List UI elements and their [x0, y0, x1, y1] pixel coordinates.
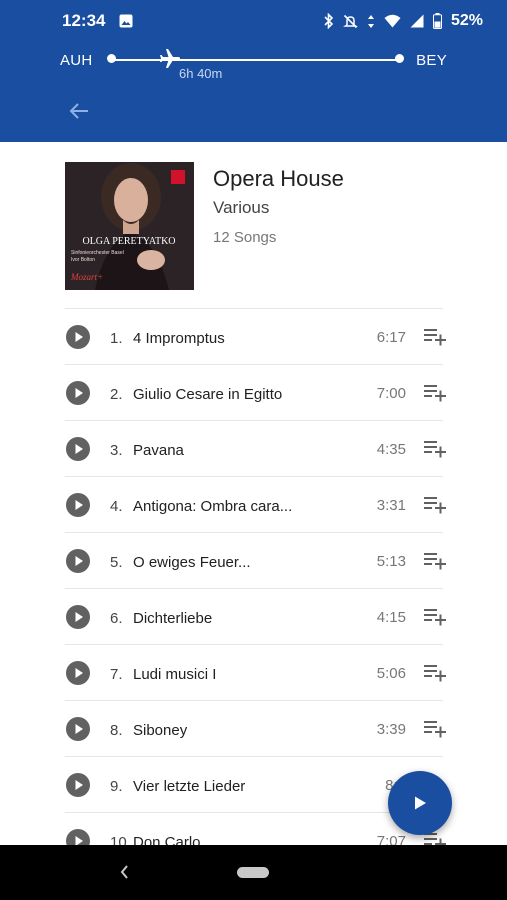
track-title: Vier letzte Lieder — [133, 778, 246, 795]
flight-header: AUH BEY 6h 40m — [0, 42, 507, 142]
track-number: 2. — [110, 386, 123, 403]
status-time: 12:34 — [62, 11, 106, 30]
add-to-queue-icon[interactable] — [423, 496, 447, 519]
play-track-icon[interactable] — [66, 381, 90, 410]
track-title: 4 Impromptus — [133, 330, 225, 347]
add-to-queue-icon[interactable] — [423, 664, 447, 687]
track-number: 9. — [110, 778, 123, 795]
origin-airport: AUH — [60, 52, 93, 69]
flight-duration: 6h 40m — [179, 66, 223, 81]
route-end-dot — [395, 54, 404, 63]
nav-back-icon[interactable] — [118, 862, 130, 887]
track-number: 3. — [110, 442, 123, 459]
track-number: 8. — [110, 722, 123, 739]
track-duration: 6:17 — [376, 329, 406, 346]
track-row[interactable]: 2. Giulio Cesare in Egitto 7:00 — [0, 365, 507, 421]
cover-subtitle-1: Sinfonieorchester Basel — [71, 250, 124, 256]
track-number: 7. — [110, 666, 123, 683]
play-icon — [415, 796, 426, 810]
track-number: 1. — [110, 330, 123, 347]
track-duration: 5:06 — [376, 665, 406, 682]
track-title: Ludi musici I — [133, 666, 217, 683]
add-to-queue-icon[interactable] — [423, 384, 447, 407]
play-track-icon[interactable] — [66, 717, 90, 746]
play-track-icon[interactable] — [66, 325, 90, 354]
back-arrow-icon — [69, 103, 88, 119]
track-row[interactable]: 8. Siboney 3:39 — [0, 701, 507, 757]
track-duration: 5:13 — [376, 553, 406, 570]
track-row[interactable]: 1. 4 Impromptus 6:17 — [0, 309, 507, 365]
add-to-queue-icon[interactable] — [423, 440, 447, 463]
wifi-icon — [384, 14, 401, 28]
play-track-icon[interactable] — [66, 437, 90, 466]
track-duration: 4:35 — [376, 441, 406, 458]
track-title: Siboney — [133, 722, 188, 739]
status-bar-right: 52% — [324, 12, 483, 30]
status-bar-left: 12:34 — [62, 11, 133, 31]
track-row[interactable]: 3. Pavana 4:35 — [0, 421, 507, 477]
play-all-button[interactable] — [388, 771, 452, 835]
add-to-queue-icon[interactable] — [423, 608, 447, 631]
track-title: O ewiges Feuer... — [133, 554, 251, 571]
track-number: 6. — [110, 610, 123, 627]
track-title: Pavana — [133, 442, 184, 459]
track-duration: 4:15 — [376, 609, 406, 626]
do-not-disturb-icon — [342, 14, 358, 29]
track-duration: 3:31 — [376, 497, 406, 514]
track-row[interactable]: 7. Ludi musici I 5:06 — [0, 645, 507, 701]
song-count: 12 Songs — [213, 229, 277, 246]
add-to-queue-icon[interactable] — [423, 552, 447, 575]
bluetooth-icon — [324, 13, 334, 29]
album-title: Opera House — [213, 166, 344, 191]
route-start-dot — [107, 54, 116, 63]
play-track-icon[interactable] — [66, 549, 90, 578]
image-icon — [119, 14, 133, 28]
nav-home-pill[interactable] — [237, 867, 269, 878]
route-line — [112, 59, 400, 61]
status-bar: 12:34 52% — [0, 0, 507, 42]
track-title: Giulio Cesare in Egitto — [133, 386, 283, 403]
cover-subtitle-2: Ivor Bolton — [71, 257, 95, 263]
add-to-queue-icon[interactable] — [423, 720, 447, 743]
track-duration: 7:00 — [376, 385, 406, 402]
track-number: 4. — [110, 498, 123, 515]
cover-series: Mozart+ — [70, 272, 103, 282]
play-track-icon[interactable] — [66, 661, 90, 690]
back-button[interactable] — [64, 98, 94, 124]
add-to-queue-icon[interactable] — [423, 328, 447, 351]
track-row[interactable]: 5. O ewiges Feuer... 5:13 — [0, 533, 507, 589]
track-number: 5. — [110, 554, 123, 571]
play-track-icon[interactable] — [66, 773, 90, 802]
track-row[interactable]: 4. Antigona: Ombra cara... 3:31 — [0, 477, 507, 533]
destination-airport: BEY — [416, 52, 447, 69]
track-row[interactable]: 6. Dichterliebe 4:15 — [0, 589, 507, 645]
album-cover: OLGA PERETYATKO Sinfonieorchester Basel … — [65, 162, 194, 290]
battery-icon — [432, 13, 442, 29]
data-arrows-icon — [367, 14, 375, 29]
track-title: Antigona: Ombra cara... — [133, 498, 293, 515]
track-duration: 3:39 — [376, 721, 406, 738]
play-track-icon[interactable] — [66, 493, 90, 522]
track-title: Dichterliebe — [133, 610, 213, 627]
play-track-icon[interactable] — [66, 605, 90, 634]
signal-icon — [410, 14, 424, 28]
album-artist: Various — [213, 198, 270, 217]
navigation-bar — [0, 845, 507, 900]
battery-percent: 52% — [450, 12, 483, 29]
cover-artist-name: OLGA PERETYATKO — [82, 236, 175, 247]
